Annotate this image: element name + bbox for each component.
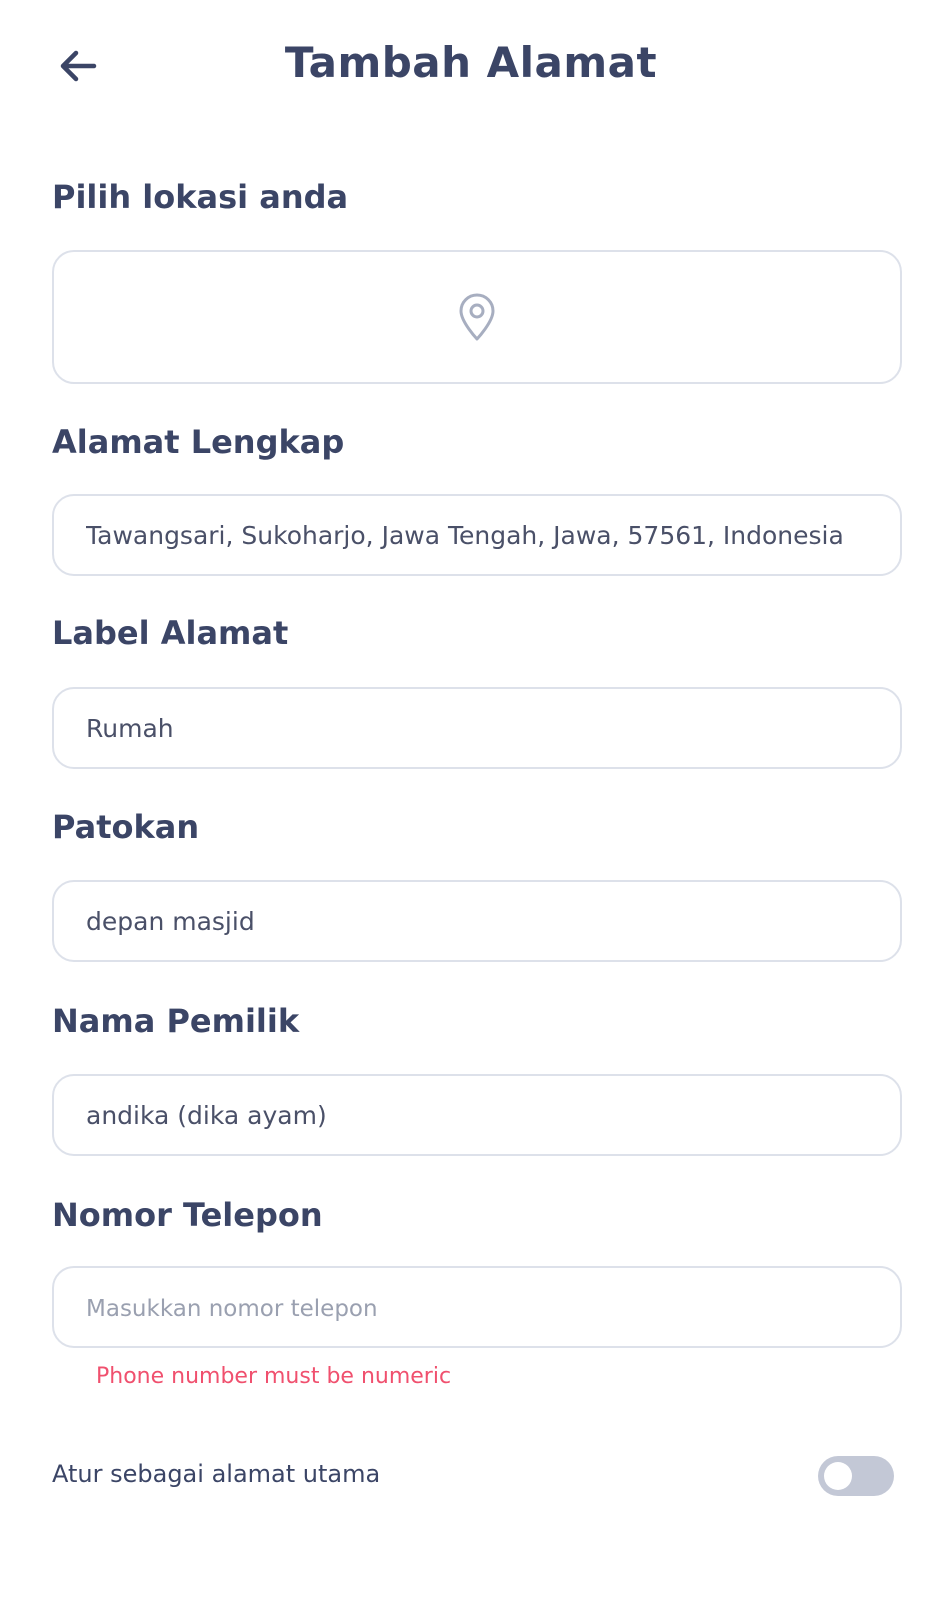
full-address-input[interactable] [86,520,868,550]
owner-name-label: Nama Pemilik [52,1002,300,1040]
landmark-input[interactable] [86,906,868,936]
map-pin-icon [459,293,495,341]
set-main-address-label: Atur sebagai alamat utama [52,1460,381,1488]
full-address-field [52,494,902,576]
toggle-knob [824,1462,852,1490]
phone-input[interactable] [86,1292,868,1322]
owner-name-field [52,1074,902,1156]
set-main-address-toggle[interactable] [818,1456,894,1496]
address-label-field [52,687,902,769]
phone-error-message: Phone number must be numeric [96,1364,452,1389]
address-label-input[interactable] [86,713,868,743]
phone-field [52,1266,902,1348]
app-header: Tambah Alamat [0,0,942,130]
phone-label: Nomor Telepon [52,1196,323,1234]
landmark-field [52,880,902,962]
page-title: Tambah Alamat [284,38,658,87]
owner-name-input[interactable] [86,1100,868,1130]
location-label: Pilih lokasi anda [52,178,349,216]
address-label-label: Label Alamat [52,614,289,652]
location-picker[interactable] [52,250,902,384]
full-address-label: Alamat Lengkap [52,423,345,461]
landmark-label: Patokan [52,808,200,846]
